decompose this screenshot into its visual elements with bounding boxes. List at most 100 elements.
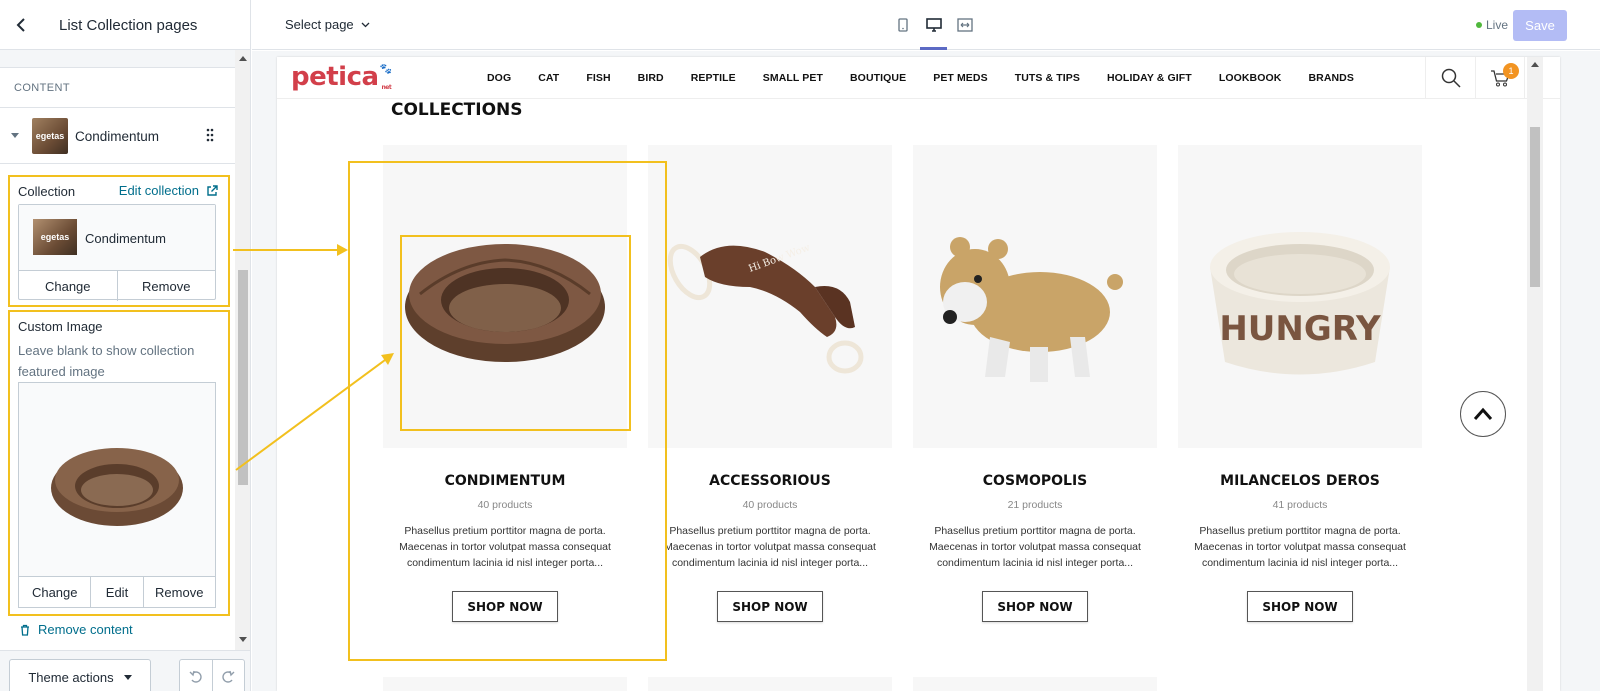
- content-block-row[interactable]: egetas Condimentum: [0, 108, 250, 164]
- remove-content-text: Remove content: [38, 622, 133, 637]
- collection-title[interactable]: ACCESSORIOUS: [648, 473, 892, 489]
- section-label: CONTENT: [0, 68, 250, 108]
- block-name: Condimentum: [75, 129, 160, 144]
- nav-item[interactable]: CAT: [538, 72, 559, 84]
- collection-name: Condimentum: [85, 231, 166, 246]
- collection-card: CONDIMENTUM 40 products Phasellus pretiu…: [383, 145, 627, 622]
- pet-bed-thumbnail: [51, 447, 183, 526]
- chevron-up-icon: [1473, 407, 1493, 420]
- nav-item[interactable]: SMALL PET: [763, 72, 823, 84]
- next-row-card: [913, 677, 1157, 691]
- collection-card: HUNGRY MILANCELOS DEROS 41 products Phas…: [1178, 145, 1422, 622]
- edit-image-button[interactable]: Edit: [91, 577, 144, 607]
- store-logo[interactable]: petica 🐾 net: [291, 62, 392, 92]
- nav-item[interactable]: BOUTIQUE: [850, 72, 906, 84]
- nav-item[interactable]: BIRD: [638, 72, 664, 84]
- cart-icon[interactable]: 1: [1475, 57, 1525, 99]
- nav-item[interactable]: LOOKBOOK: [1219, 72, 1282, 84]
- nav-item[interactable]: PET MEDS: [933, 72, 987, 84]
- redo-icon[interactable]: [213, 660, 245, 691]
- block-thumbnail: egetas: [32, 118, 68, 154]
- custom-image-label: Custom Image: [18, 319, 103, 334]
- shop-now-button[interactable]: SHOP NOW: [982, 591, 1088, 622]
- collection-count: 40 products: [477, 499, 533, 511]
- collection-title[interactable]: MILANCELOS DEROS: [1178, 473, 1422, 489]
- collection-field: Collection Edit collection egetas Condim…: [8, 175, 230, 307]
- collection-description: Phasellus pretium porttitor magna de por…: [929, 525, 1141, 569]
- change-collection-button[interactable]: Change: [19, 271, 118, 301]
- select-page-label: Select page: [285, 17, 354, 32]
- scroll-down-arrow-icon[interactable]: [239, 637, 247, 642]
- collection-image[interactable]: HUNGRY: [1178, 145, 1422, 448]
- sidebar-header: List Collection pages: [0, 0, 250, 50]
- next-row-card: [383, 677, 627, 691]
- cart-count-badge: 1: [1503, 63, 1519, 79]
- caret-down-icon: [123, 674, 132, 680]
- shop-now-button[interactable]: SHOP NOW: [452, 591, 558, 622]
- scroll-up-arrow-icon[interactable]: [239, 56, 247, 61]
- back-to-top-button[interactable]: [1460, 391, 1506, 437]
- nav-item[interactable]: DOG: [487, 72, 511, 84]
- remove-image-button[interactable]: Remove: [144, 577, 215, 607]
- remove-collection-button[interactable]: Remove: [118, 271, 216, 301]
- shop-now-button[interactable]: SHOP NOW: [717, 591, 823, 622]
- collection-card: Hi Bow Wow ACCESSORIOUS 40 products Phas…: [648, 145, 892, 622]
- sidebar-scrollbar[interactable]: [235, 50, 250, 650]
- collection-buttons: Change Remove: [19, 271, 215, 301]
- scroll-up-arrow-icon[interactable]: [1531, 62, 1539, 67]
- live-dot-icon: [1476, 22, 1482, 28]
- trash-icon: [21, 624, 29, 636]
- search-icon[interactable]: [1425, 57, 1475, 99]
- sidebar-spacer: [0, 50, 250, 68]
- change-image-button[interactable]: Change: [19, 577, 92, 607]
- collection-image[interactable]: Hi Bow Wow: [648, 145, 892, 448]
- remove-content-link[interactable]: Remove content: [20, 622, 133, 637]
- theme-editor: List Collection pages CONTENT egetas Con…: [0, 0, 1600, 691]
- collection-picker: egetas Condimentum Change Remove: [18, 204, 216, 301]
- live-status: Live: [1476, 18, 1508, 32]
- collection-description: Phasellus pretium porttitor magna de por…: [1194, 525, 1406, 569]
- collection-card: COSMOPOLIS 21 products Phasellus pretium…: [913, 145, 1157, 622]
- fullscreen-view-icon[interactable]: [952, 10, 977, 40]
- scrollbar-thumb[interactable]: [238, 270, 248, 485]
- logo-text: petica: [291, 62, 379, 92]
- paw-icon: 🐾: [379, 64, 392, 75]
- collection-title[interactable]: COSMOPOLIS: [913, 473, 1157, 489]
- nav-item[interactable]: REPTILE: [691, 72, 736, 84]
- theme-actions-label: Theme actions: [28, 669, 114, 685]
- pet-bed-image: [405, 243, 605, 362]
- nav-item[interactable]: HOLIDAY & GIFT: [1107, 72, 1192, 84]
- preview-scrollbar[interactable]: [1527, 57, 1543, 691]
- mobile-view-icon[interactable]: [890, 10, 915, 40]
- collection-image[interactable]: [383, 145, 627, 448]
- nav-item[interactable]: FISH: [586, 72, 610, 84]
- sidebar-title: List Collection pages: [59, 17, 198, 34]
- rope-toy-image: Hi Bow Wow: [667, 242, 864, 373]
- collection-preview: egetas Condimentum: [19, 205, 215, 271]
- collections-heading: COLLECTIONS: [391, 100, 523, 120]
- back-arrow-icon[interactable]: [10, 14, 32, 36]
- store-nav: DOG CAT FISH BIRD REPTILE SMALL PET BOUTIQUE PE…: [487, 72, 1381, 84]
- desktop-view-icon[interactable]: [920, 10, 947, 50]
- scrollbar-thumb[interactable]: [1530, 127, 1540, 287]
- save-button[interactable]: Save: [1513, 10, 1567, 41]
- drag-handle-icon[interactable]: [206, 128, 214, 142]
- undo-redo-group: [179, 659, 245, 691]
- edit-collection-link[interactable]: Edit collection: [119, 183, 218, 198]
- collection-title[interactable]: CONDIMENTUM: [383, 473, 627, 489]
- image-preview[interactable]: [19, 383, 215, 577]
- nav-item[interactable]: BRANDS: [1308, 72, 1354, 84]
- image-buttons: Change Edit Remove: [19, 577, 215, 607]
- sidebar-content: CONTENT egetas Condimentum Collection Ed…: [0, 50, 250, 650]
- nav-item[interactable]: TUTS & TIPS: [1015, 72, 1080, 84]
- undo-icon[interactable]: [180, 660, 213, 691]
- collection-count: 21 products: [1007, 499, 1063, 511]
- select-page-dropdown[interactable]: Select page: [285, 17, 370, 32]
- collection-image[interactable]: [913, 145, 1157, 448]
- collection-count: 41 products: [1272, 499, 1328, 511]
- caret-down-icon[interactable]: [11, 133, 19, 138]
- custom-image-field: Custom Image Leave blank to show collect…: [8, 310, 230, 616]
- shop-now-button[interactable]: SHOP NOW: [1247, 591, 1353, 622]
- theme-actions-button[interactable]: Theme actions: [9, 659, 151, 691]
- image-picker: Change Edit Remove: [18, 382, 216, 608]
